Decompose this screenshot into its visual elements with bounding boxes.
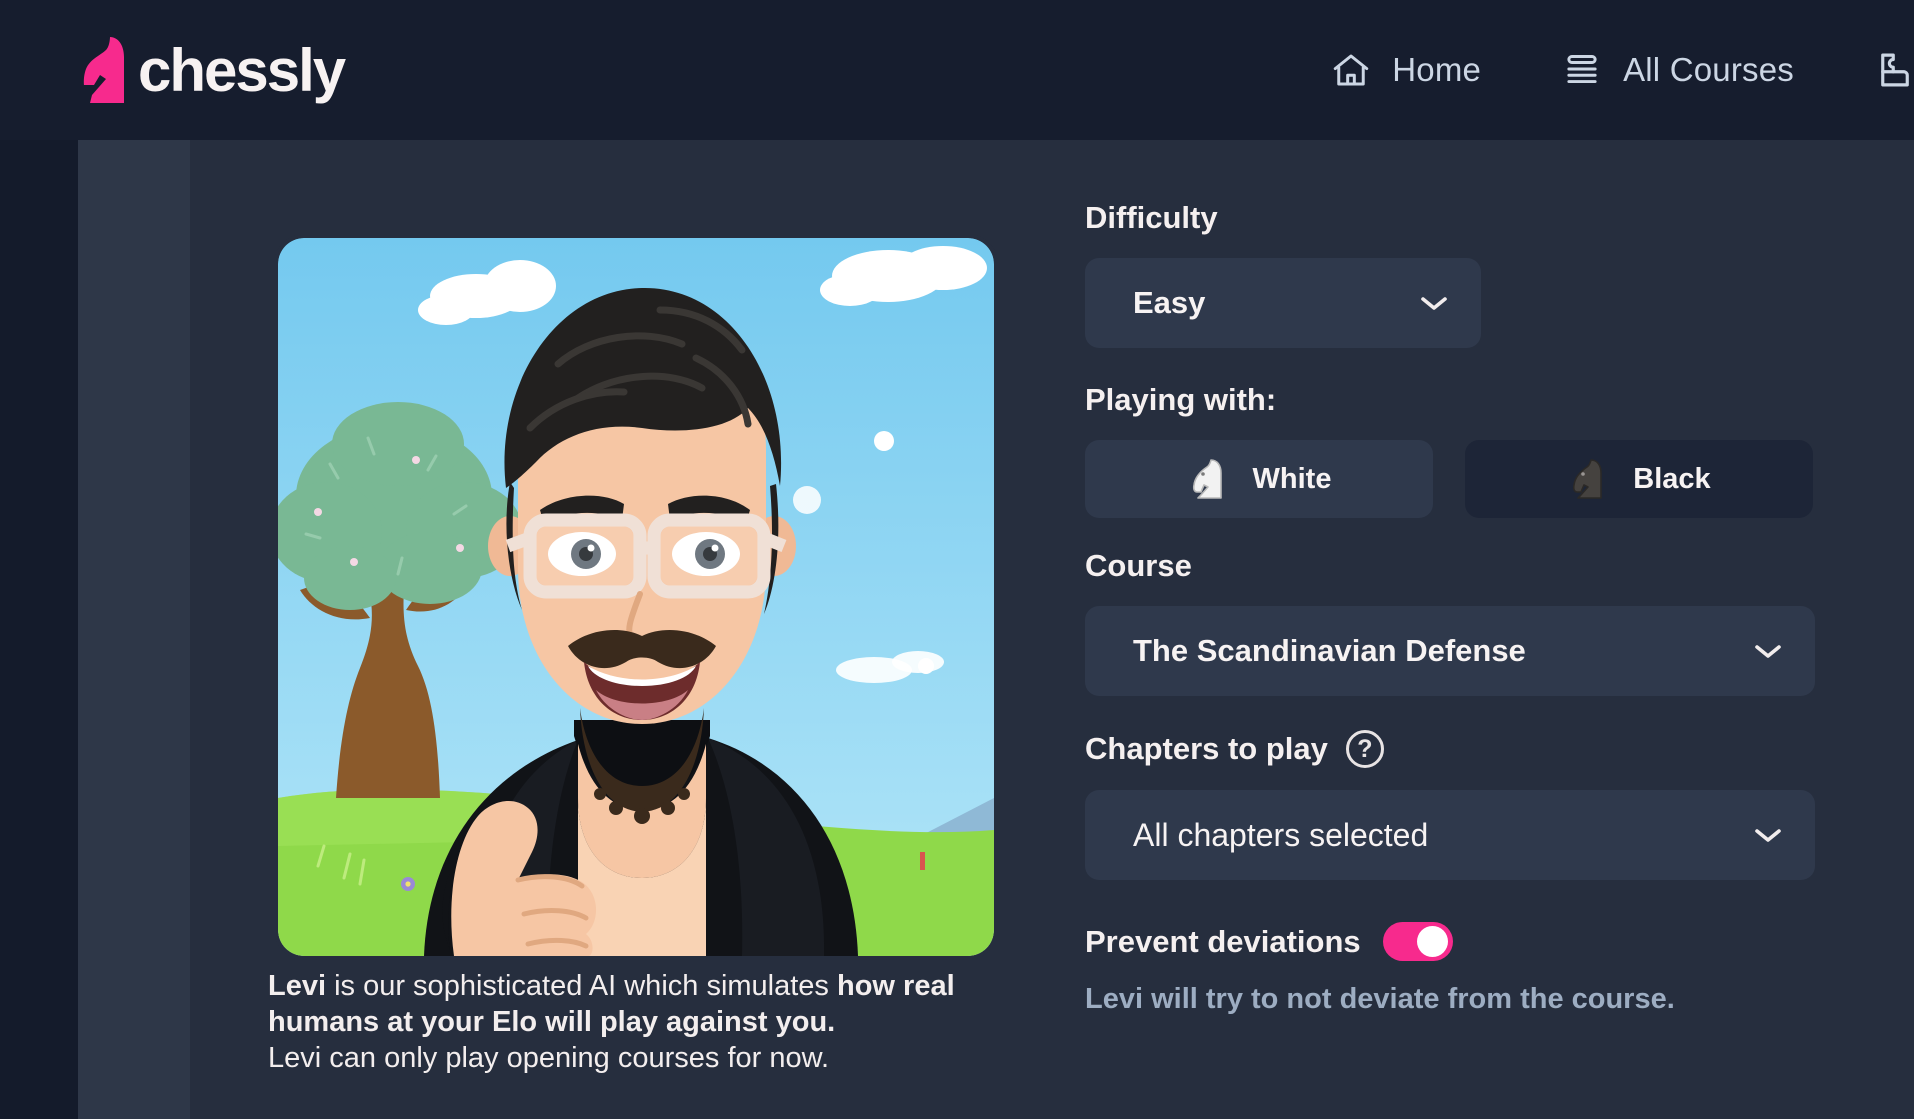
house-icon xyxy=(1330,49,1372,91)
blurb-line1-bold: Levi xyxy=(268,970,327,1002)
side-option-white[interactable]: White xyxy=(1085,440,1433,518)
game-settings-panel: Difficulty Easy Playing with: White Blac… xyxy=(1085,200,1825,1016)
chevron-down-icon xyxy=(1419,294,1449,312)
chapters-select[interactable]: All chapters selected xyxy=(1085,790,1815,880)
question-mark-circle-icon[interactable]: ? xyxy=(1345,730,1384,768)
course-select[interactable]: The Scandinavian Defense xyxy=(1085,606,1815,696)
blurb-line3: Levi can only play opening courses for n… xyxy=(268,1042,830,1074)
side-option-white-label: White xyxy=(1252,462,1332,495)
prevent-deviations-label: Prevent deviations xyxy=(1085,923,1361,959)
nav-item-home[interactable]: Home xyxy=(1330,49,1481,91)
difficulty-label: Difficulty xyxy=(1085,200,1825,236)
toggle-knob xyxy=(1416,926,1448,957)
side-selector: White Black xyxy=(1085,440,1825,518)
nav-item-all-courses-label: All Courses xyxy=(1623,51,1794,88)
difficulty-value: Easy xyxy=(1133,285,1206,320)
chapters-label-text: Chapters to play xyxy=(1085,731,1328,766)
course-label: Course xyxy=(1085,548,1825,584)
chevron-down-icon xyxy=(1753,826,1783,844)
prevent-deviations-row: Prevent deviations xyxy=(1085,922,1825,961)
course-value: The Scandinavian Defense xyxy=(1133,633,1526,668)
brand-name: chessly xyxy=(138,36,346,104)
white-knight-icon xyxy=(1187,457,1227,501)
black-knight-icon xyxy=(1567,457,1607,501)
chevron-down-icon xyxy=(1753,642,1783,660)
levi-description: Levi is our sophisticated AI which simul… xyxy=(268,968,1008,1076)
playing-with-label-text: Playing with: xyxy=(1085,382,1277,417)
chapters-label: Chapters to play ? xyxy=(1085,730,1825,768)
nav-item-home-label: Home xyxy=(1392,51,1482,88)
brand-logo[interactable]: chessly xyxy=(80,36,346,105)
prevent-deviations-toggle[interactable] xyxy=(1382,922,1453,961)
course-label-text: Course xyxy=(1085,548,1192,583)
left-light-rail xyxy=(78,140,190,1119)
difficulty-select[interactable]: Easy xyxy=(1085,258,1481,348)
app-root: Play Levi? chessly Home xyxy=(0,0,1914,1119)
nav-item-all-courses[interactable]: All Courses xyxy=(1561,49,1794,91)
nav-links: Home All Courses xyxy=(1330,49,1914,91)
chess-knight-logo-icon xyxy=(80,37,128,103)
playing-with-label: Playing with: xyxy=(1085,382,1825,418)
blurb-line1-rest: is our sophisticated AI which simulates xyxy=(326,970,837,1002)
prevent-deviations-hint: Levi will try to not deviate from the co… xyxy=(1085,983,1675,1015)
top-navigation-bar: chessly Home All Courses xyxy=(0,0,1914,140)
side-option-black[interactable]: Black xyxy=(1465,440,1813,518)
stacked-lines-icon xyxy=(1561,49,1603,91)
difficulty-label-text: Difficulty xyxy=(1085,200,1218,235)
chapters-value: All chapters selected xyxy=(1133,816,1429,853)
nav-item-puzzles[interactable] xyxy=(1874,49,1914,91)
left-dark-rail xyxy=(0,0,78,1119)
levi-avatar-image xyxy=(278,238,994,956)
side-option-black-label: Black xyxy=(1633,462,1711,495)
puzzle-piece-icon xyxy=(1874,49,1914,91)
